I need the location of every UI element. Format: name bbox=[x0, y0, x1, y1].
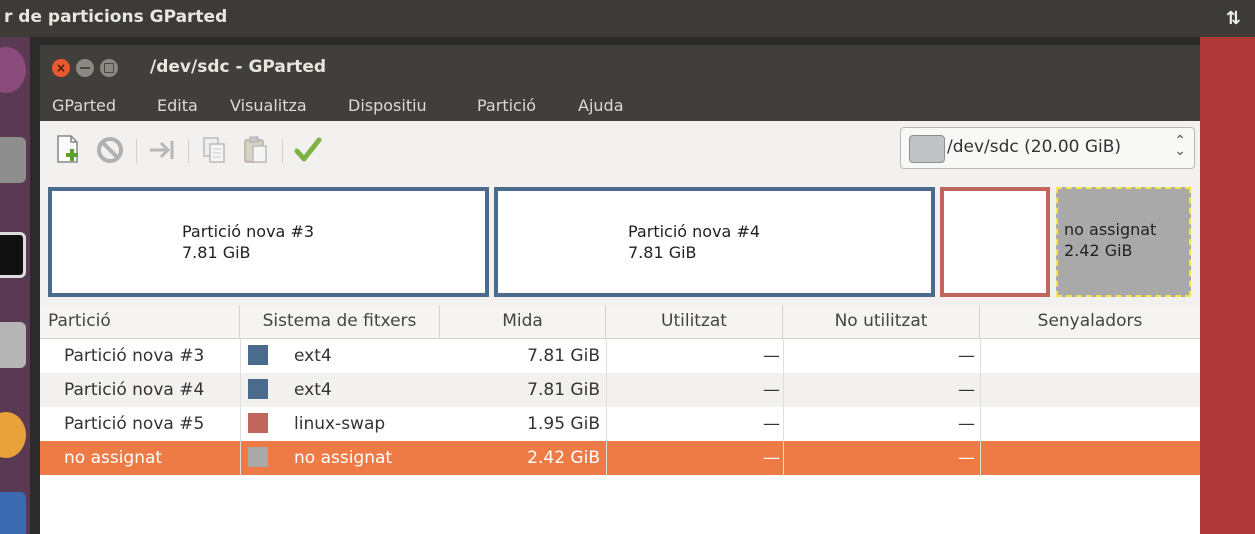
launcher-files-icon[interactable] bbox=[0, 137, 26, 183]
menu-edita[interactable]: Edita bbox=[157, 96, 198, 115]
partition-block-size: 7.81 GiB bbox=[182, 243, 251, 262]
partition-block-name: Partició nova #4 bbox=[628, 222, 761, 241]
cell-partition: Partició nova #3 bbox=[64, 346, 205, 366]
cell-filesystem: no assignat bbox=[294, 448, 393, 468]
partition-block-name: Partició nova #3 bbox=[182, 222, 315, 241]
window-titlebar[interactable]: × /dev/sdc - GParted bbox=[40, 45, 1200, 93]
partition-block-size: 2.42 GiB bbox=[1064, 241, 1133, 260]
table-row[interactable]: Partició nova #4 ext4 7.81 GiB — — bbox=[40, 373, 1200, 407]
minimize-icon[interactable] bbox=[76, 59, 94, 77]
partition-block-name: no assignat bbox=[1064, 220, 1157, 239]
cell-filesystem: linux-swap bbox=[294, 414, 386, 434]
toolbar-separator bbox=[282, 139, 283, 163]
cell-partition: Partició nova #5 bbox=[64, 414, 205, 434]
cell-size: 7.81 GiB bbox=[527, 380, 600, 400]
toolbar-separator bbox=[188, 139, 189, 163]
filesystem-color-swatch bbox=[248, 379, 268, 399]
maximize-icon[interactable] bbox=[100, 59, 118, 77]
cell-used: — bbox=[763, 414, 780, 434]
table-header: Partició Sistema de fitxers Mida Utilitz… bbox=[40, 305, 1200, 339]
cell-used: — bbox=[763, 346, 780, 366]
close-icon[interactable]: × bbox=[52, 59, 70, 77]
app-title: r de particions GParted bbox=[4, 7, 228, 27]
new-partition-icon[interactable] bbox=[50, 133, 86, 167]
chevron-updown-icon: ⌃ ⌄ bbox=[1174, 133, 1186, 159]
table-row[interactable]: Partició nova #3 ext4 7.81 GiB — — bbox=[40, 339, 1200, 373]
paste-icon[interactable] bbox=[238, 133, 274, 167]
partition-map: Partició nova #3 7.81 GiB Partició nova … bbox=[40, 179, 1200, 305]
device-selector[interactable]: /dev/sdc (20.00 GiB) ⌃ ⌄ bbox=[900, 127, 1195, 169]
column-header-no-utilitzat[interactable]: No utilitzat bbox=[783, 305, 980, 338]
copy-icon[interactable] bbox=[196, 133, 232, 167]
filesystem-color-swatch bbox=[248, 345, 268, 365]
menu-gparted[interactable]: GParted bbox=[52, 96, 116, 115]
column-divider bbox=[606, 339, 607, 475]
table-row[interactable]: Partició nova #5 linux-swap 1.95 GiB — — bbox=[40, 407, 1200, 441]
partition-block-4[interactable]: Partició nova #4 7.81 GiB bbox=[494, 187, 935, 297]
cell-used: — bbox=[763, 380, 780, 400]
cell-unused: — bbox=[958, 448, 975, 468]
launcher-terminal-icon[interactable] bbox=[0, 232, 26, 278]
cell-unused: — bbox=[958, 380, 975, 400]
launcher bbox=[0, 37, 30, 534]
filesystem-color-swatch bbox=[248, 413, 268, 433]
partition-table: Partició Sistema de fitxers Mida Utilitz… bbox=[40, 305, 1200, 534]
menu-visualitza[interactable]: Visualitza bbox=[230, 96, 307, 115]
window-title: /dev/sdc - GParted bbox=[150, 57, 327, 77]
column-header-particio[interactable]: Partició bbox=[40, 305, 240, 338]
filesystem-color-swatch bbox=[248, 447, 268, 467]
menubar: GParted Edita Visualitza Dispositiu Part… bbox=[40, 93, 1200, 121]
column-divider bbox=[980, 339, 981, 475]
column-divider bbox=[240, 339, 241, 475]
table-row-selected[interactable]: no assignat no assignat 2.42 GiB — — bbox=[40, 441, 1200, 475]
cell-unused: — bbox=[958, 346, 975, 366]
top-panel: r de particions GParted ⇅ bbox=[0, 0, 1255, 37]
gparted-window: × /dev/sdc - GParted GParted Edita Visua… bbox=[40, 45, 1200, 534]
partition-block-unallocated[interactable]: no assignat 2.42 GiB bbox=[1056, 187, 1191, 297]
toolbar-separator bbox=[136, 139, 137, 163]
launcher-archive-icon[interactable] bbox=[0, 322, 26, 368]
launcher-settings-icon[interactable] bbox=[0, 492, 26, 534]
cell-used: — bbox=[763, 448, 780, 468]
column-header-senyaladors[interactable]: Senyaladors bbox=[980, 305, 1200, 338]
partition-block-5[interactable] bbox=[940, 187, 1050, 297]
menu-dispositiu[interactable]: Dispositiu bbox=[348, 96, 427, 115]
menu-particio[interactable]: Partició bbox=[477, 96, 536, 115]
cell-partition: Partició nova #4 bbox=[64, 380, 205, 400]
column-header-sistema-fitxers[interactable]: Sistema de fitxers bbox=[240, 305, 440, 338]
cell-size: 1.95 GiB bbox=[527, 414, 600, 434]
desktop-background bbox=[1200, 37, 1255, 534]
menu-ajuda[interactable]: Ajuda bbox=[578, 96, 624, 115]
cell-filesystem: ext4 bbox=[294, 346, 332, 366]
harddisk-icon bbox=[909, 135, 945, 163]
delete-icon[interactable] bbox=[92, 133, 128, 167]
resize-move-icon[interactable] bbox=[144, 133, 180, 167]
column-header-utilitzat[interactable]: Utilitzat bbox=[606, 305, 783, 338]
cell-unused: — bbox=[958, 414, 975, 434]
launcher-app-icon[interactable] bbox=[0, 47, 26, 93]
partition-block-3[interactable]: Partició nova #3 7.81 GiB bbox=[48, 187, 489, 297]
apply-check-icon[interactable] bbox=[290, 133, 326, 167]
launcher-firefox-icon[interactable] bbox=[0, 412, 26, 458]
column-header-mida[interactable]: Mida bbox=[440, 305, 606, 338]
cell-partition: no assignat bbox=[64, 448, 163, 468]
device-selector-label: /dev/sdc (20.00 GiB) bbox=[947, 137, 1122, 157]
cell-size: 2.42 GiB bbox=[527, 448, 600, 468]
updown-arrows-icon[interactable]: ⇅ bbox=[1226, 8, 1241, 29]
cell-filesystem: ext4 bbox=[294, 380, 332, 400]
toolbar: /dev/sdc (20.00 GiB) ⌃ ⌄ bbox=[40, 121, 1200, 179]
column-divider bbox=[783, 339, 784, 475]
partition-block-size: 7.81 GiB bbox=[628, 243, 697, 262]
cell-size: 7.81 GiB bbox=[527, 346, 600, 366]
